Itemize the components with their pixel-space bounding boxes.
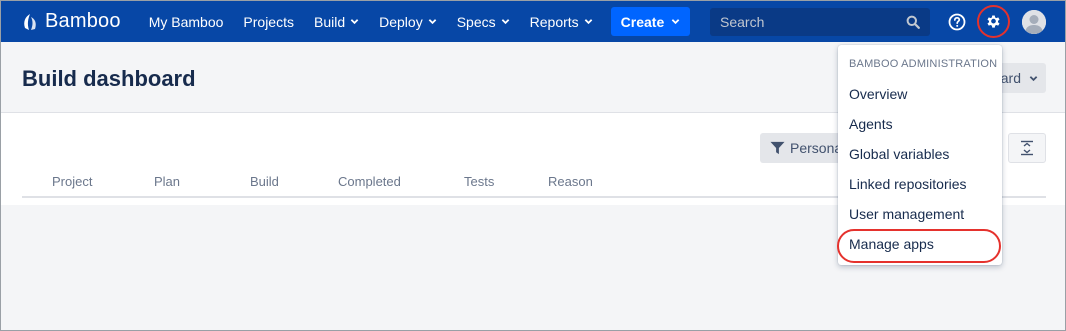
create-button[interactable]: Create bbox=[610, 7, 691, 36]
column-header-completed[interactable]: Completed bbox=[338, 174, 401, 189]
nav-label: Reports bbox=[529, 13, 579, 30]
nav-label: Specs bbox=[456, 13, 496, 30]
menu-item-agents[interactable]: Agents bbox=[838, 109, 1002, 139]
page-title: Build dashboard bbox=[22, 66, 196, 91]
administration-dropdown: BAMBOO ADMINISTRATION Overview Agents Gl… bbox=[838, 45, 1002, 265]
nav-label: My Bamboo bbox=[148, 13, 224, 30]
bamboo-logo[interactable]: Bamboo bbox=[21, 10, 121, 33]
filter-label: Personal bbox=[790, 140, 846, 156]
column-header-project[interactable]: Project bbox=[52, 174, 92, 189]
dropdown-heading: BAMBOO ADMINISTRATION bbox=[849, 58, 998, 70]
nav-deploy[interactable]: Deploy bbox=[369, 1, 447, 42]
bamboo-logo-icon bbox=[24, 13, 36, 30]
chevron-down-icon bbox=[350, 19, 359, 25]
chevron-down-icon bbox=[501, 19, 509, 25]
nav-my-bamboo[interactable]: My Bamboo bbox=[139, 1, 234, 42]
menu-item-manage-apps[interactable]: Manage apps bbox=[838, 229, 1002, 259]
chevron-down-icon bbox=[671, 19, 680, 25]
filter-icon bbox=[770, 141, 785, 155]
column-header-reason[interactable]: Reason bbox=[548, 174, 593, 189]
nav-label: Deploy bbox=[379, 13, 423, 30]
settings-button[interactable] bbox=[977, 5, 1010, 38]
nav-build[interactable]: Build bbox=[304, 1, 369, 42]
nav-label: Projects bbox=[243, 13, 294, 30]
expand-collapse-button[interactable] bbox=[1008, 133, 1046, 163]
expand-collapse-icon bbox=[1021, 140, 1033, 156]
nav-projects[interactable]: Projects bbox=[233, 1, 304, 42]
search-input[interactable] bbox=[710, 14, 890, 30]
menu-item-linked-repositories[interactable]: Linked repositories bbox=[838, 169, 1002, 199]
dashboard-options-label: ard bbox=[1000, 70, 1021, 86]
menu-item-overview[interactable]: Overview bbox=[838, 79, 1002, 109]
app-name: Bamboo bbox=[45, 10, 121, 32]
column-header-plan[interactable]: Plan bbox=[154, 174, 180, 189]
nav-label: Build bbox=[313, 13, 346, 30]
nav-reports[interactable]: Reports bbox=[520, 1, 603, 42]
menu-item-user-management[interactable]: User management bbox=[838, 199, 1002, 229]
create-label: Create bbox=[620, 13, 665, 30]
user-icon bbox=[1022, 10, 1046, 34]
top-navigation: Bamboo My Bamboo Projects Build Deploy S… bbox=[1, 1, 1065, 42]
app-frame: Bamboo My Bamboo Projects Build Deploy S… bbox=[0, 0, 1066, 331]
search-box bbox=[710, 8, 930, 36]
column-header-tests[interactable]: Tests bbox=[464, 174, 494, 189]
chevron-down-icon bbox=[1029, 75, 1038, 81]
chevron-down-icon bbox=[584, 19, 592, 25]
column-header-build[interactable]: Build bbox=[250, 174, 279, 189]
avatar[interactable] bbox=[1022, 10, 1046, 34]
gear-icon bbox=[987, 15, 1000, 28]
help-icon[interactable] bbox=[948, 13, 966, 31]
nav-specs[interactable]: Specs bbox=[447, 1, 520, 42]
search-icon[interactable] bbox=[906, 15, 920, 29]
chevron-down-icon bbox=[428, 19, 437, 25]
menu-item-global-variables[interactable]: Global variables bbox=[838, 139, 1002, 169]
